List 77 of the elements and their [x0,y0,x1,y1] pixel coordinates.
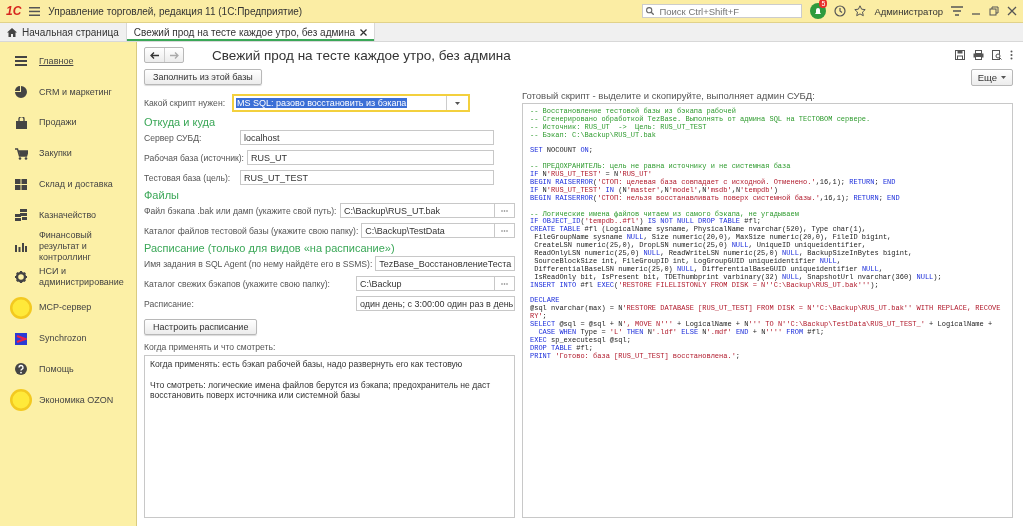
sidebar-item[interactable]: Главное [0,46,136,77]
form-title: Свежий прод на тесте каждое утро, без админа [212,47,511,63]
field-label: Каталог свежих бэкапов (укажите свою папку): [144,278,331,289]
arrow-left-icon [150,51,159,59]
input-field[interactable]: один день; с 3:00:00 один раз в день [356,296,515,311]
field-label: Файл бэкапа .bak или дамп (укажите свой путь): [144,205,338,216]
field-label: Расписание: [144,298,195,309]
menu-icon [15,56,27,67]
code-editor[interactable] [522,103,1013,518]
menu-icon[interactable] [29,6,41,16]
sidebar-item[interactable]: Финансовый результат и контроллинг [0,230,136,262]
field-label: Сервер СУБД: [144,132,203,143]
script-type-dropdown[interactable]: MS SQL: разово восстановить из бэкапа [232,94,471,112]
square-logo-icon [15,332,27,345]
history-icon[interactable] [834,5,847,17]
sidebar-item[interactable]: CRM и маркетинг [0,76,136,108]
fill-from-base-button[interactable]: Заполнить из этой базы [144,69,262,85]
field-label: Имя задания в SQL Agent (по нему найдёте его в SSMS): [144,258,374,269]
input-field[interactable]: RUS_UT [247,150,494,165]
sidebar-item[interactable]: Склад и доставка [0,169,136,200]
pie-chart-icon [15,86,27,99]
section-heading: Откуда и куда [144,116,217,128]
sidebar-item[interactable]: Экономика OZON [0,384,136,416]
more-button[interactable]: Еще [970,69,1013,86]
window-title: Управление торговлей, редакция 11 (1С:Предприятие) [48,5,303,17]
logo: 1С [6,4,22,18]
search-icon [646,7,655,15]
circle-icon [9,295,33,320]
save-icon[interactable] [955,50,965,60]
sidebar-item[interactable]: Synchrozon [0,323,136,354]
path-field[interactable]: C:\Backup\TestData [361,223,515,238]
sidebar-item[interactable]: MCP-сервер [0,292,136,324]
help-icon [15,363,27,376]
path-field[interactable]: C:\Backup [356,276,515,291]
close-icon[interactable] [360,28,367,36]
more-icon[interactable] [1010,50,1013,60]
field-label: Рабочая база (источник): [144,152,245,163]
bag-icon [15,117,27,129]
path-field[interactable]: C:\Backup\RUS_UT.bak [340,203,515,218]
field-label: Тестовая база (цель): [144,172,232,183]
star-icon[interactable] [854,5,867,17]
settings-icon[interactable] [951,6,963,16]
field-label: Какой скрипт нужен: [144,98,227,108]
section-heading: Расписание (только для видов «на расписание») [144,242,396,254]
home-icon [7,27,17,37]
caret-icon [1001,76,1006,79]
tab[interactable]: Свежий прод на тесте каждое утро, без админа [126,23,375,41]
sidebar-item[interactable]: Закупки [0,138,136,170]
print-icon[interactable] [973,50,984,60]
sidebar-item[interactable]: Продажи [0,107,136,139]
coins-icon [15,209,27,222]
field-label: Каталог файлов тестовой базы (укажите свою папку): [144,225,360,236]
input-field[interactable]: localhost [240,130,494,145]
arrow-right-icon [169,51,179,59]
section-heading: Файлы [144,189,180,201]
gear-icon [15,270,27,283]
input-field[interactable]: TezBase_ВосстановлениеТеста [375,256,515,271]
bar-chart-icon [15,240,27,252]
circle-icon [9,388,33,413]
notes-textarea[interactable]: Когда применять: есть бэкап рабочей базы, надо развернуть его как тестовую Что смотреть: логические имена файлов берутся из бэкапа; предохранитель не даст восстановить поверх источника или системной базы [144,355,515,518]
sidebar-item[interactable]: Казначейство [0,200,136,231]
restore-icon[interactable] [989,6,999,16]
bell-icon[interactable] [810,3,827,19]
close-icon[interactable] [1007,6,1017,16]
configure-schedule-button[interactable]: Настроить расписание [144,319,258,335]
input-field[interactable]: RUS_UT_TEST [240,170,494,185]
field-label: Когда применять и что смотреть: [144,342,277,352]
sidebar-item[interactable]: Помощь [0,353,136,385]
sidebar-item[interactable]: НСИ и администрирование [0,261,136,293]
user-name[interactable]: Администратор [874,5,943,17]
field-label: Готовый скрипт - выделите и скопируйте, выполняет админ СУБД: [522,90,816,101]
cart-icon [14,147,28,160]
grid-icon [15,179,27,191]
tab[interactable]: Начальная страница [0,23,127,41]
search-field[interactable]: Поиск Ctrl+Shift+F [642,4,803,18]
caret-icon [455,101,461,105]
preview-icon[interactable] [992,50,1002,60]
